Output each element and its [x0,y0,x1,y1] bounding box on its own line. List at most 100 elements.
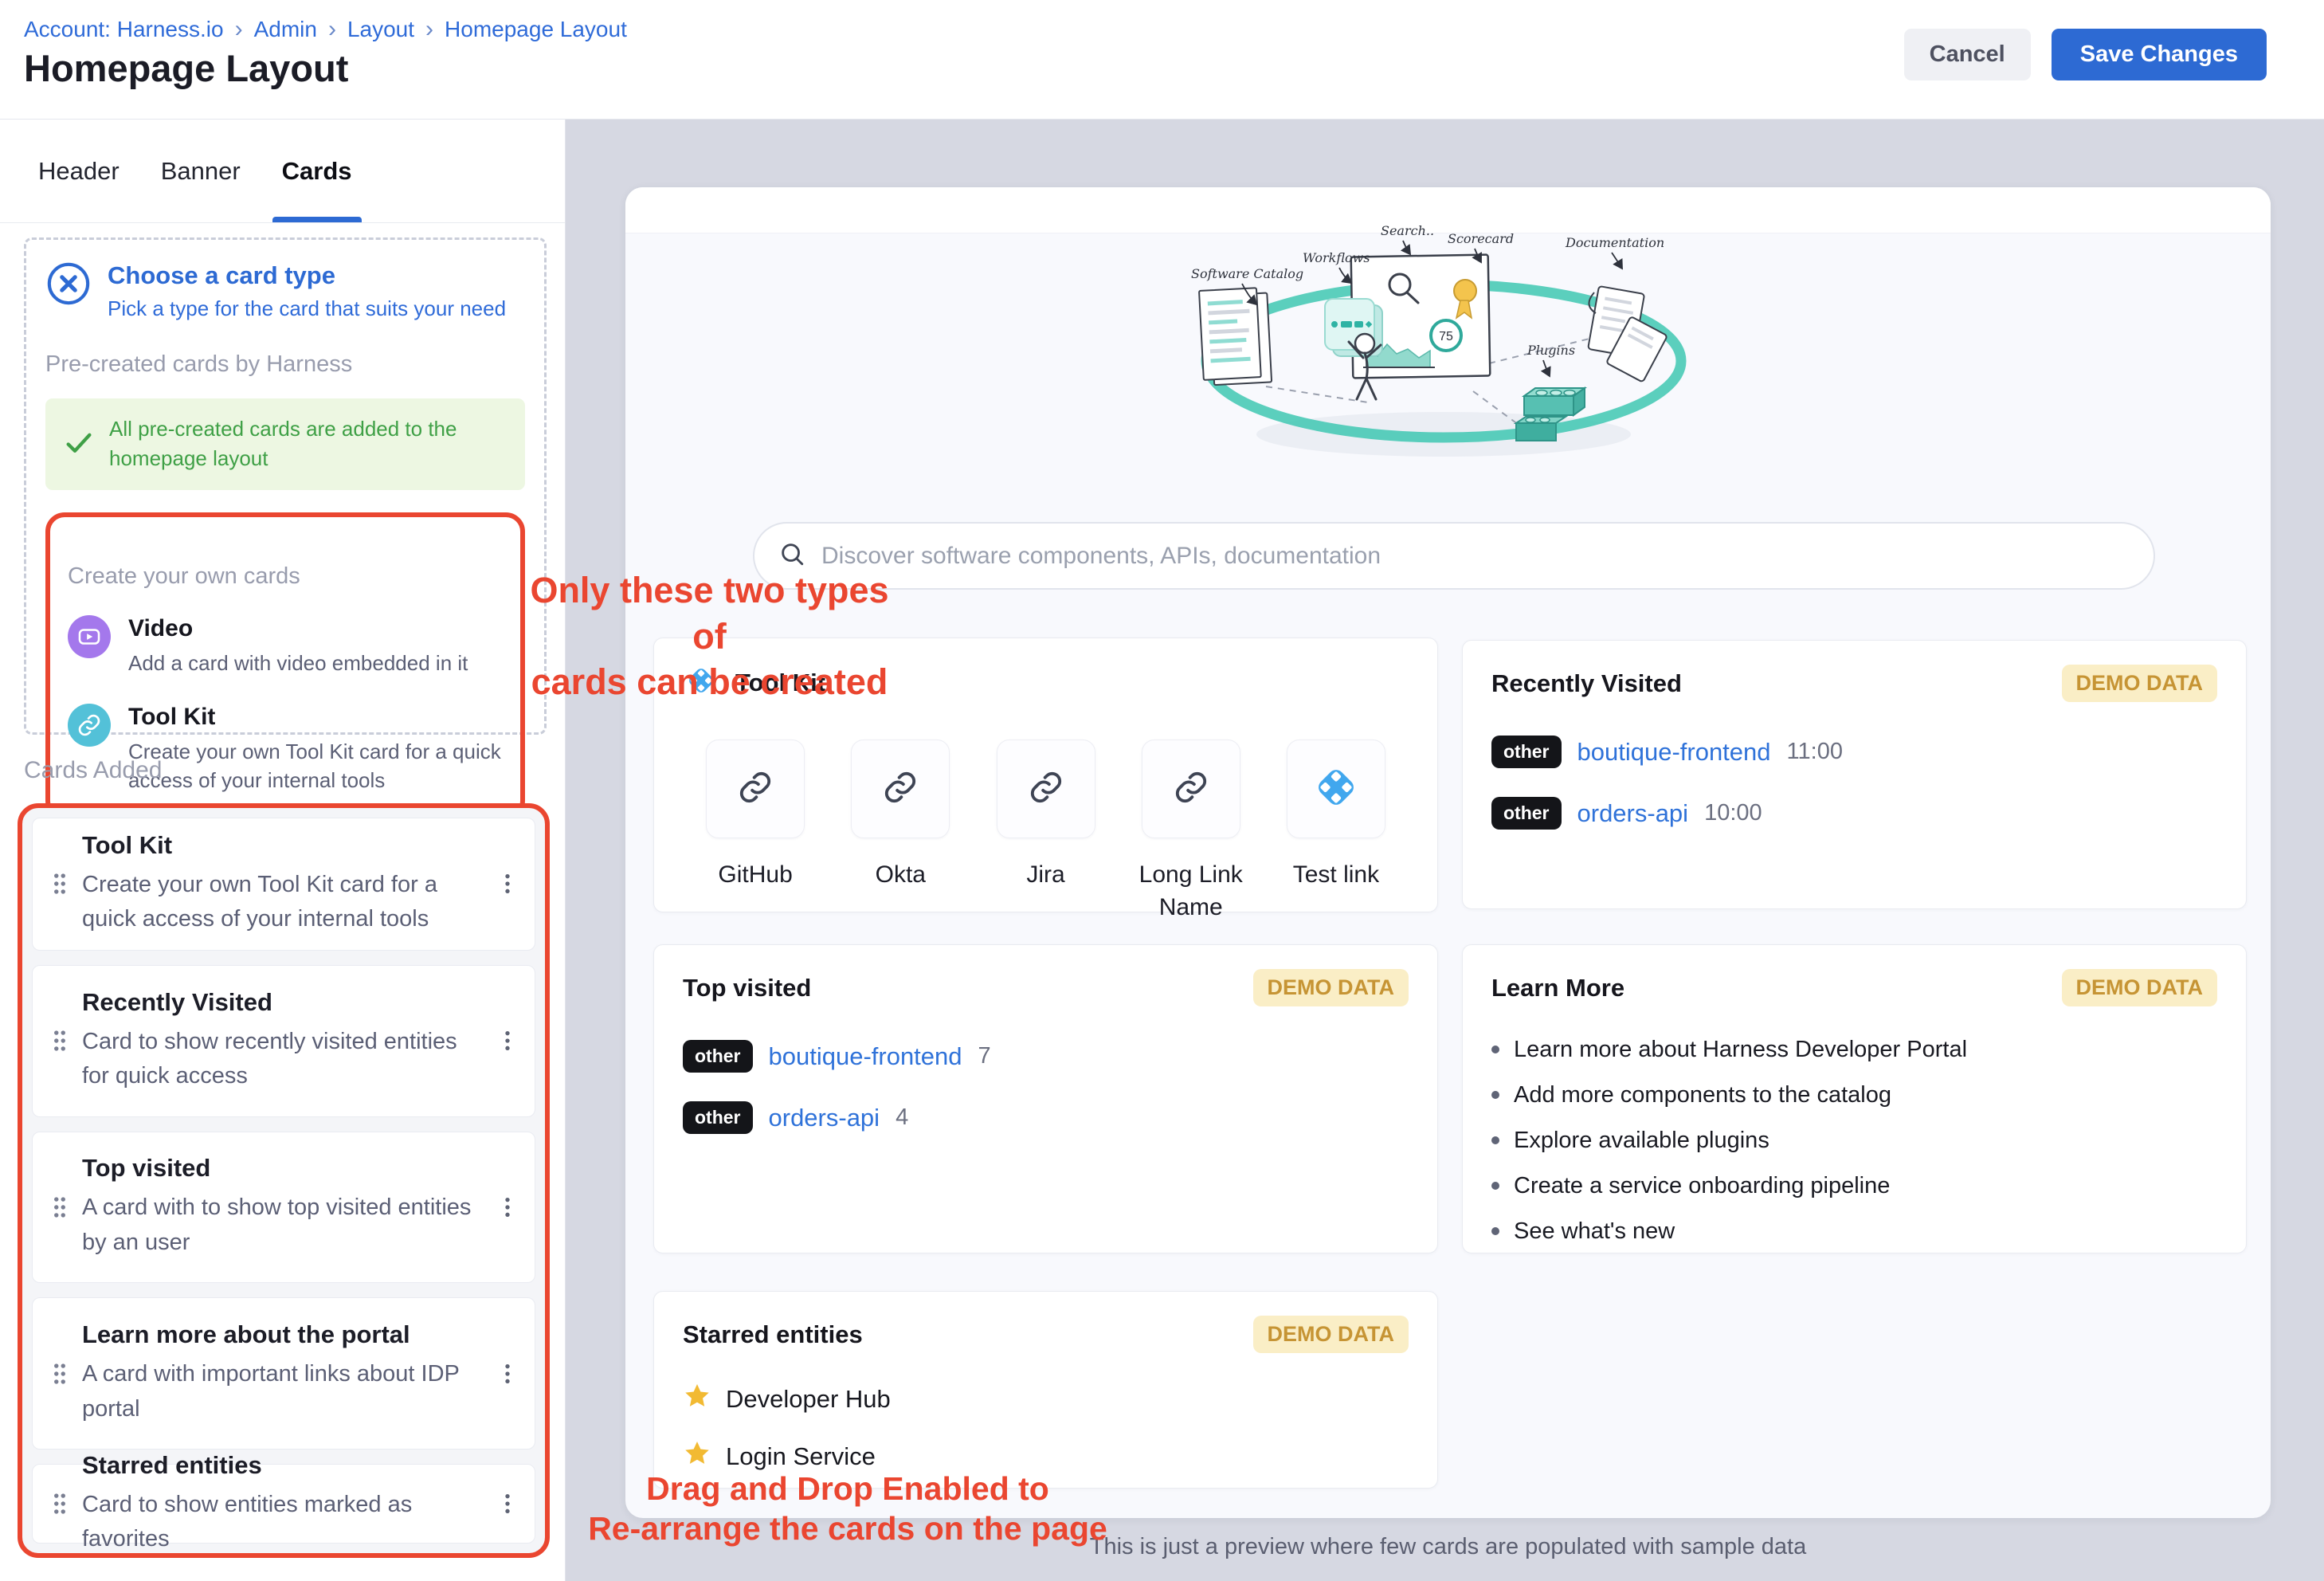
drag-handle-icon[interactable] [37,1360,82,1387]
breadcrumb-homepage-layout[interactable]: Homepage Layout [445,17,627,42]
illustration-label-documentation: Documentation [1565,235,1664,250]
search-input[interactable] [821,543,2130,570]
video-option-description: Add a card with video embedded in it [128,649,468,677]
preview-card-top-visited[interactable]: Top visited DEMO DATA other boutique-fro… [653,944,1438,1253]
learn-more-link[interactable]: See what's new [1491,1218,2217,1245]
choose-card-type-subtitle: Pick a type for the card that suits your… [108,296,506,321]
cards-added-item-top-visited[interactable]: Top visited A card with to show top visi… [32,1132,535,1284]
kebab-menu-icon[interactable] [485,1361,530,1387]
learn-more-link-text: Learn more about Harness Developer Porta… [1514,1037,1967,1063]
learn-more-link[interactable]: Explore available plugins [1491,1128,2217,1154]
breadcrumb-account[interactable]: Account: Harness.io [24,17,224,42]
card-type-option-video[interactable]: Video Add a card with video embedded in … [68,615,503,677]
preview-card-recently-visited[interactable]: Recently Visited DEMO DATA other boutiqu… [1462,640,2247,909]
entity-kind-tag: other [683,1040,753,1073]
breadcrumb-separator-icon: › [425,16,433,43]
developer-portal-illustration: 75 [1169,202,1726,473]
entity-link[interactable]: orders-api [769,1104,880,1132]
breadcrumb-admin[interactable]: Admin [254,17,317,42]
entity-link[interactable]: boutique-frontend [1577,738,1771,767]
scorecard-gauge-value: 75 [1439,330,1453,343]
kebab-menu-icon[interactable] [485,1491,530,1516]
drag-handle-icon[interactable] [37,870,82,897]
kebab-menu-icon[interactable] [485,871,530,896]
learn-more-link[interactable]: Learn more about Harness Developer Porta… [1491,1037,2217,1063]
entity-count: 7 [978,1043,991,1069]
header-actions: Cancel Save Changes [1904,29,2267,80]
tab-banner[interactable]: Banner [161,120,241,222]
tab-header[interactable]: Header [38,120,120,222]
precreated-note-text: All pre-created cards are added to the h… [109,414,500,474]
choose-card-type-title: Choose a card type [108,261,506,292]
starred-entity-name: Developer Hub [726,1385,891,1414]
page-title: Homepage Layout [24,46,348,90]
starred-entity-row[interactable]: Developer Hub [683,1382,1409,1417]
demo-data-badge: DEMO DATA [2062,665,2217,702]
save-changes-button[interactable]: Save Changes [2052,29,2267,80]
create-own-cards-label: Create your own cards [68,563,503,590]
top-visited-title: Top visited [683,974,811,1002]
cards-added-item-title: Recently Visited [82,988,480,1017]
entity-time: 10:00 [1704,800,1762,826]
choose-card-type-panel: Choose a card type Pick a type for the c… [24,237,547,735]
recently-visited-title: Recently Visited [1491,669,1682,698]
illustration-label-workflows: Workflows [1303,250,1370,265]
search-icon [778,540,805,571]
close-circle-icon[interactable] [45,261,92,307]
demo-data-badge: DEMO DATA [2062,969,2217,1006]
starred-entity-row[interactable]: Login Service [683,1439,1409,1474]
cards-added-item-recently-visited[interactable]: Recently Visited Card to show recently v… [32,965,535,1117]
toolkit-tile-label: Jira [1026,859,1064,892]
layout-config-sidebar: Header Banner Cards Choose a card type P… [0,120,566,1581]
preview-card-toolkit[interactable]: Tool Kit GitHub Okta Jira Long Link Name… [653,638,1438,912]
learn-more-link[interactable]: Create a service onboarding pipeline [1491,1173,2217,1199]
tab-cards[interactable]: Cards [282,120,352,222]
link-icon [1028,769,1064,810]
breadcrumb-layout[interactable]: Layout [347,17,414,42]
drag-handle-icon[interactable] [37,1194,82,1221]
harness-logo-icon [1309,760,1363,818]
learn-more-link-text: See what's new [1514,1218,1675,1245]
demo-data-badge: DEMO DATA [1253,969,1409,1006]
drag-handle-icon[interactable] [37,1490,82,1517]
cards-added-item-learn-more[interactable]: Learn more about the portal A card with … [32,1297,535,1450]
illustration-label-search: Search.. [1381,223,1434,238]
kebab-menu-icon[interactable] [485,1028,530,1053]
cards-added-item-description: A card with important links about IDP po… [82,1357,480,1426]
entity-kind-tag: other [683,1101,753,1134]
learn-more-link[interactable]: Add more components to the catalog [1491,1082,2217,1108]
entity-time: 11:00 [1787,739,1843,765]
toolkit-tile-long-link[interactable]: Long Link Name [1119,740,1264,924]
entity-link[interactable]: orders-api [1577,799,1689,828]
preview-card-starred-entities[interactable]: Starred entities DEMO DATA Developer Hub… [653,1291,1438,1489]
toolkit-card-title: Tool Kit [735,669,825,697]
cards-added-label: Cards Added [24,757,162,784]
portal-search-bar [753,522,2155,590]
drag-handle-icon[interactable] [37,1027,82,1054]
toolkit-tile-jira[interactable]: Jira [973,740,1118,924]
toolkit-tile-label: Long Link Name [1119,859,1264,924]
cards-added-item-title: Starred entities [82,1451,480,1480]
toolkit-tile-github[interactable]: GitHub [683,740,828,924]
cards-added-item-description: Card to show entities marked as favorite… [82,1488,480,1557]
toolkit-option-description: Create your own Tool Kit card for a quic… [128,737,503,795]
recently-visited-row: other orders-api 10:00 [1491,797,2217,830]
top-header-bar: Account: Harness.io › Admin › Layout › H… [0,0,2324,120]
toolkit-tile-test-link[interactable]: Test link [1264,740,1409,924]
cards-added-item-title: Learn more about the portal [82,1320,480,1349]
breadcrumb-separator-icon: › [235,16,243,43]
star-icon [683,1439,711,1474]
star-icon [683,1382,711,1417]
preview-card-learn-more[interactable]: Learn More DEMO DATA Learn more about Ha… [1462,944,2247,1253]
cards-added-item-toolkit[interactable]: Tool Kit Create your own Tool Kit card f… [32,818,535,951]
cards-added-item-title: Top visited [82,1154,480,1183]
toolkit-tile-okta[interactable]: Okta [828,740,973,924]
cards-added-item-starred[interactable]: Starred entities Card to show entities m… [32,1464,535,1544]
cancel-button[interactable]: Cancel [1904,29,2031,80]
video-icon [68,615,111,658]
entity-link[interactable]: boutique-frontend [769,1042,962,1071]
toolkit-option-name: Tool Kit [128,704,503,731]
video-option-name: Video [128,615,468,642]
learn-more-link-text: Add more components to the catalog [1514,1082,1891,1108]
kebab-menu-icon[interactable] [485,1195,530,1220]
